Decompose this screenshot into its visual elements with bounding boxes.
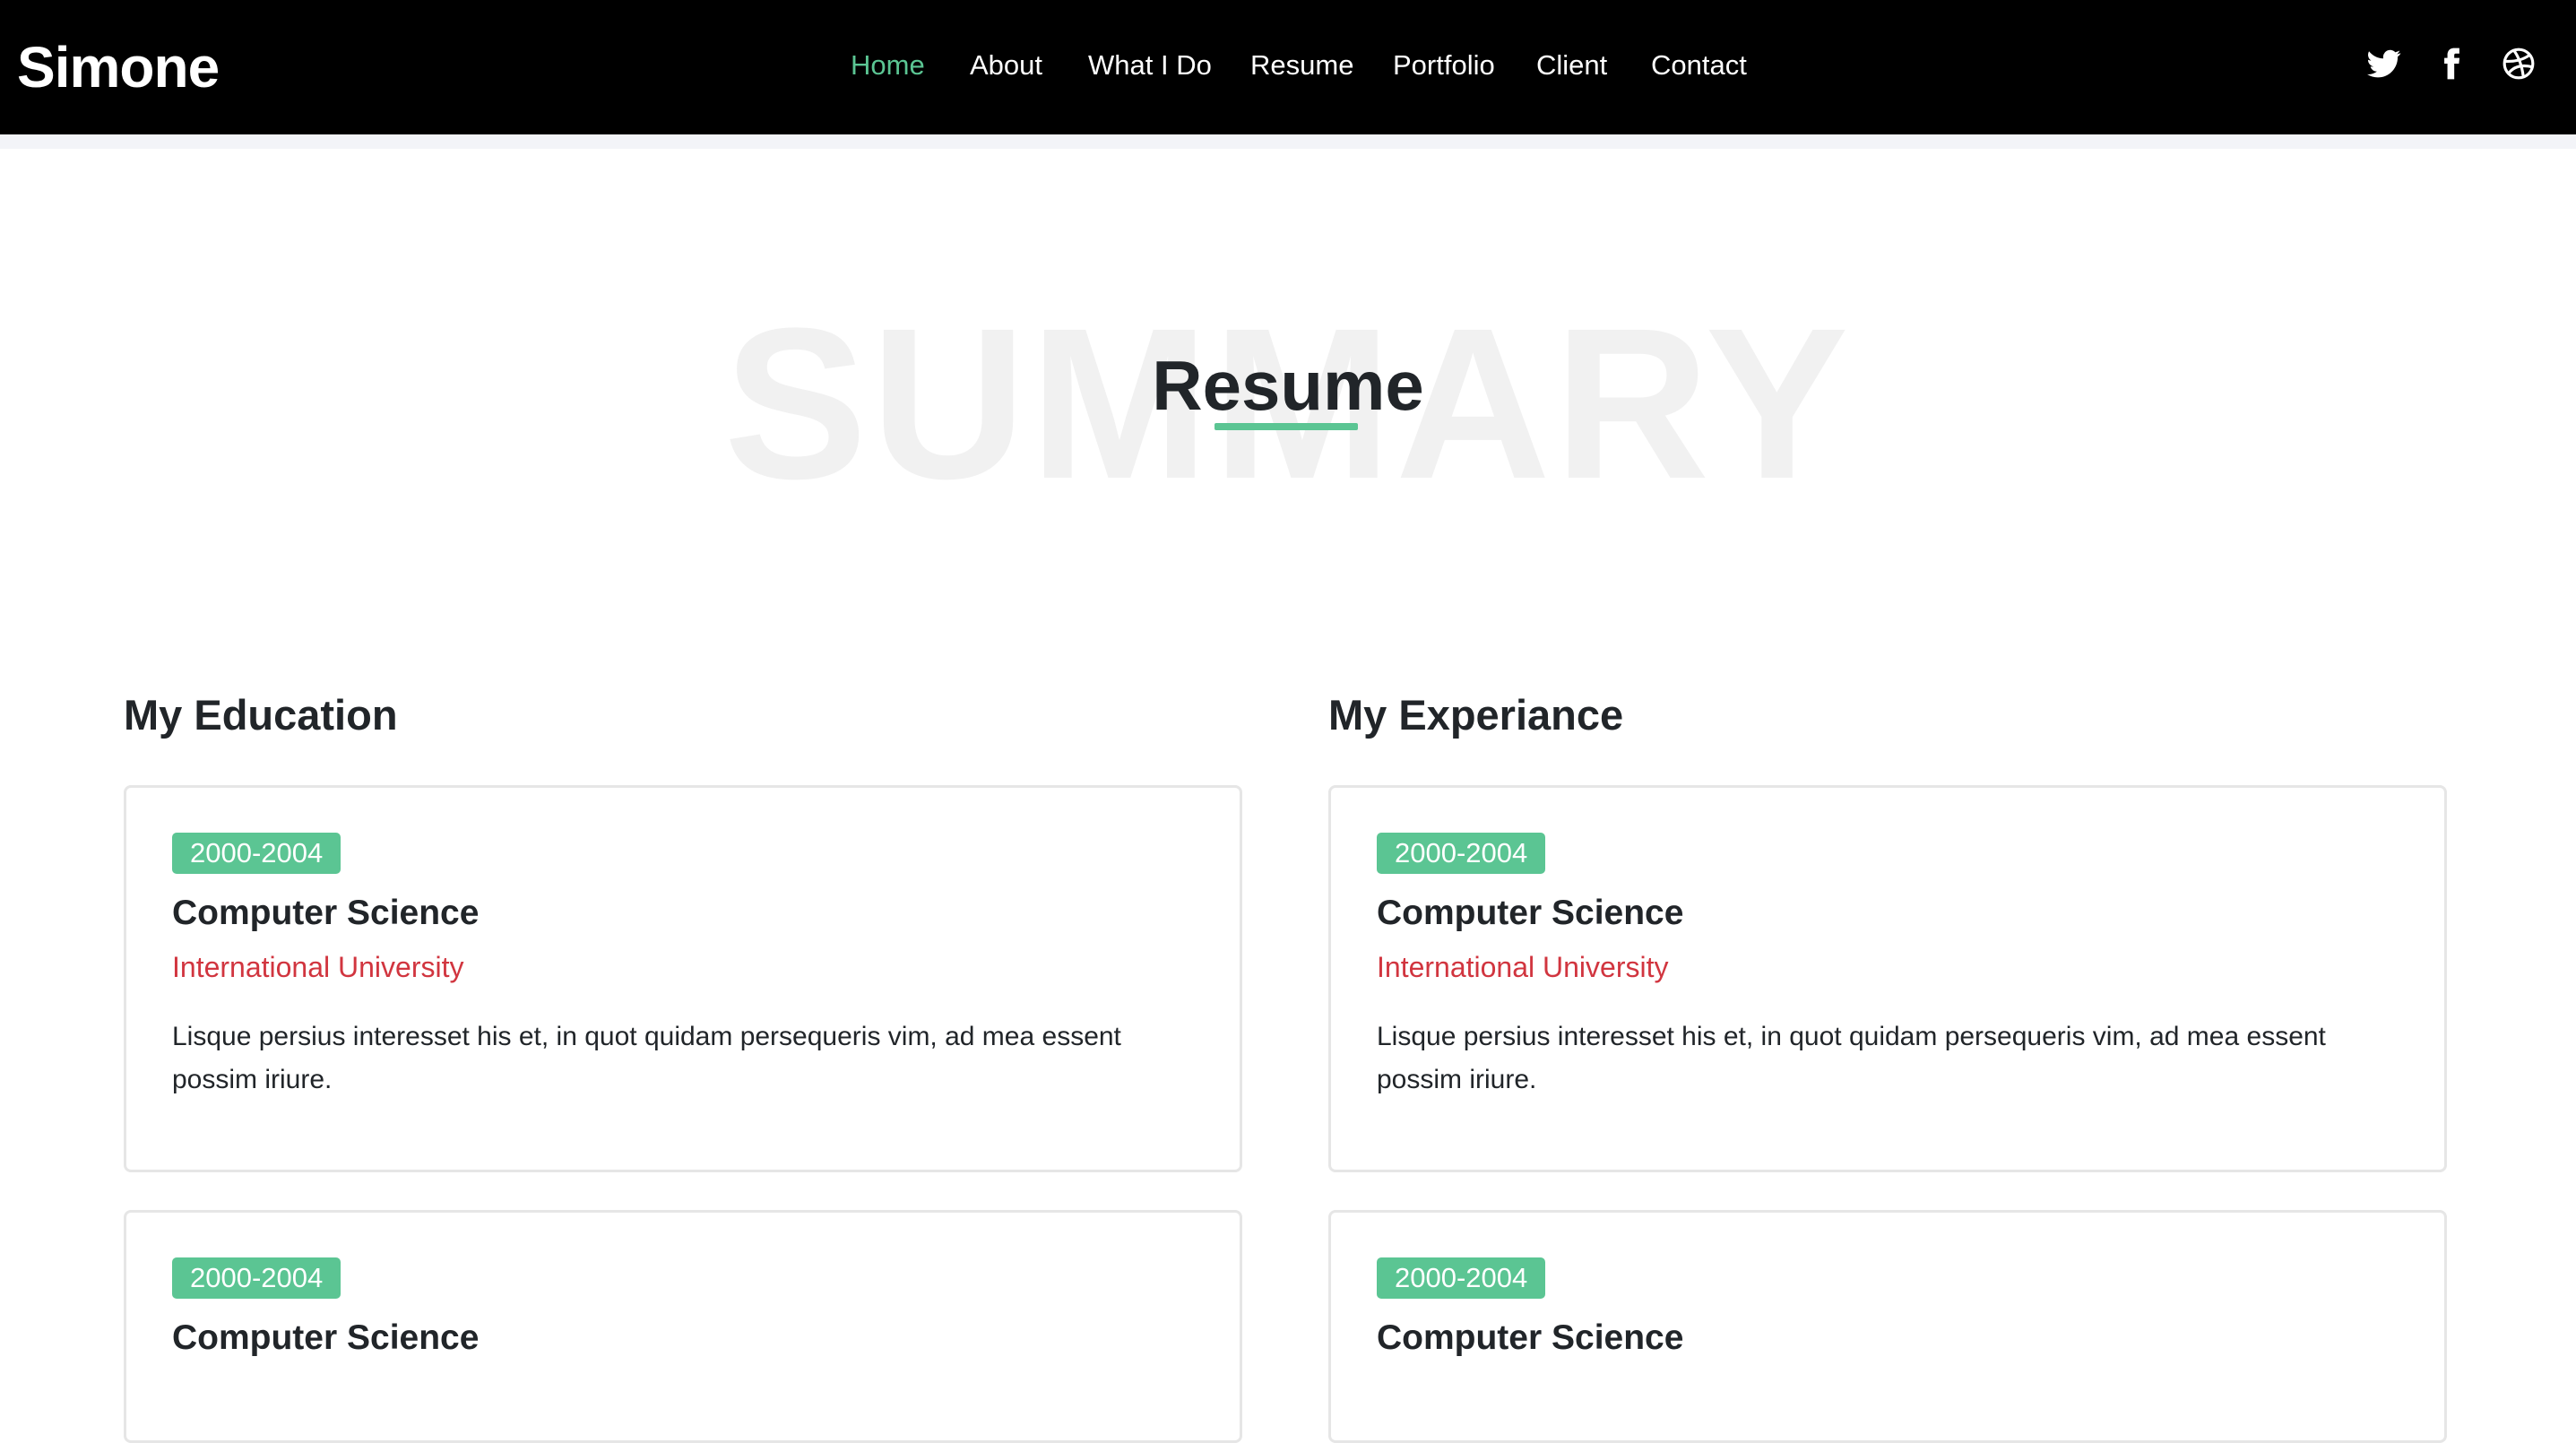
period-badge: 2000-2004 xyxy=(1377,1257,1546,1299)
title-underline xyxy=(1215,423,1358,430)
nav-what-i-do[interactable]: What I Do xyxy=(1088,49,1212,82)
page-title: Resume xyxy=(1152,346,1424,425)
experience-heading: My Experiance xyxy=(1328,691,1624,739)
nav-about[interactable]: About xyxy=(970,49,1042,82)
card-description: Lisque persius interesset his et, in quo… xyxy=(1377,1022,2326,1094)
main-nav: Home About What I Do Resume Portfolio Cl… xyxy=(0,0,2576,134)
institution-name: International University xyxy=(1377,951,1669,983)
twitter-icon[interactable] xyxy=(2367,47,2401,88)
period-badge: 2000-2004 xyxy=(1377,833,1546,874)
education-card: 2000-2004 Computer Science xyxy=(124,1210,1242,1443)
top-navbar: Simone Home About What I Do Resume Portf… xyxy=(0,0,2576,134)
dribbble-icon[interactable] xyxy=(2502,47,2536,88)
nav-portfolio[interactable]: Portfolio xyxy=(1393,49,1495,82)
period-badge: 2000-2004 xyxy=(172,1257,341,1299)
period-badge: 2000-2004 xyxy=(172,833,341,874)
experience-card: 2000-2004 Computer Science International… xyxy=(1328,785,2447,1172)
education-card: 2000-2004 Computer Science International… xyxy=(124,785,1242,1172)
nav-resume[interactable]: Resume xyxy=(1250,49,1353,82)
education-heading: My Education xyxy=(124,691,398,739)
facebook-icon[interactable] xyxy=(2434,47,2468,88)
institution-name: International University xyxy=(172,951,464,983)
navbar-shadow-strip xyxy=(0,134,2576,149)
section-heading: SUMMARY Resume xyxy=(0,287,2576,520)
job-title: Computer Science xyxy=(1377,894,1684,932)
job-title: Computer Science xyxy=(1377,1318,1684,1357)
experience-card: 2000-2004 Computer Science xyxy=(1328,1210,2447,1443)
nav-contact[interactable]: Contact xyxy=(1651,49,1747,82)
degree-title: Computer Science xyxy=(172,894,480,932)
card-description: Lisque persius interesset his et, in quo… xyxy=(172,1022,1121,1094)
nav-client[interactable]: Client xyxy=(1536,49,1607,82)
nav-home[interactable]: Home xyxy=(851,49,925,82)
degree-title: Computer Science xyxy=(172,1318,480,1357)
